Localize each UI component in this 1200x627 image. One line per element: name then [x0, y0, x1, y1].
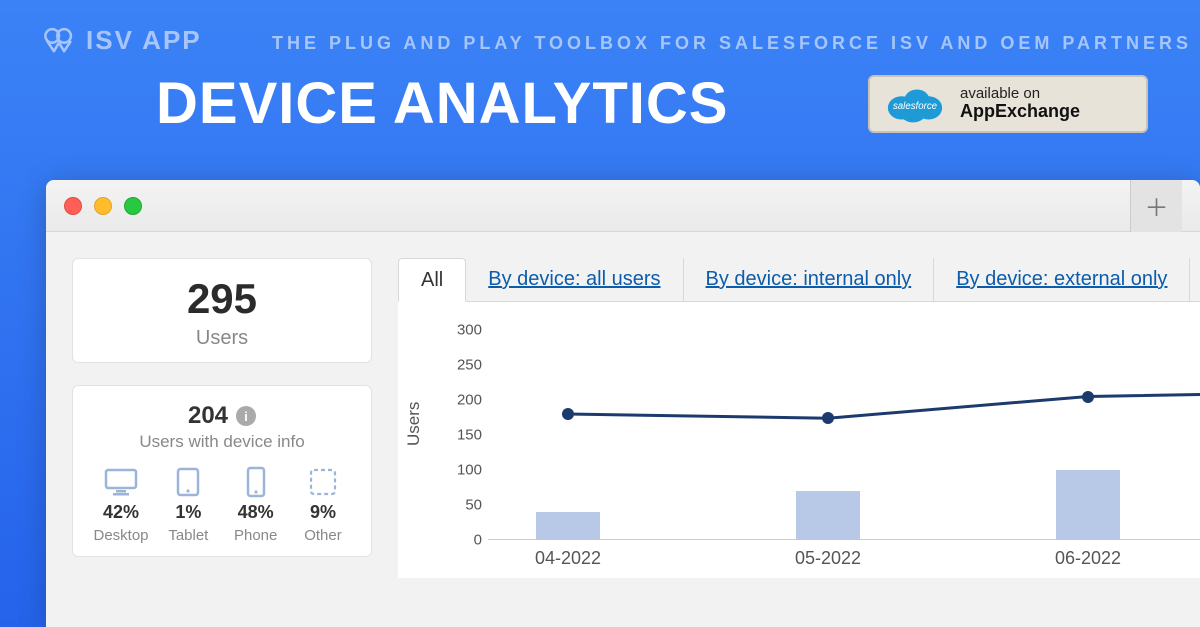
- brand-logo: ISV APP: [42, 25, 202, 56]
- chart-plot: 050100150200250300: [488, 330, 1200, 540]
- tab-by-device-internal[interactable]: By device: internal only: [684, 258, 935, 301]
- browser-window: ＋ 295 Users 204 i Users with device info: [46, 180, 1200, 627]
- minimize-window-button[interactable]: [94, 197, 112, 215]
- chart-bar: [536, 512, 600, 540]
- salesforce-cloud-icon: salesforce: [884, 84, 946, 124]
- appexchange-text: available on AppExchange: [960, 86, 1080, 122]
- chart-y-tick: 150: [436, 427, 482, 444]
- chart-bar: [1056, 470, 1120, 540]
- total-users-card: 295 Users: [72, 258, 372, 363]
- tab-by-device-external[interactable]: By device: external only: [934, 258, 1190, 301]
- chart-x-labels: 04-2022 05-2022 06-2022: [488, 548, 1200, 578]
- tab-all[interactable]: All: [398, 258, 466, 302]
- device-tablet: 1% Tablet: [156, 466, 220, 544]
- chart-area: Users 050100150200250300 04-202205-20220…: [398, 302, 1200, 578]
- chart-y-tick: 100: [436, 462, 482, 479]
- device-info-label: Users with device info: [85, 432, 359, 452]
- chart-marker: [562, 408, 574, 420]
- chart-y-axis-label: Users: [404, 401, 424, 445]
- phone-icon: [246, 466, 266, 498]
- device-phone: 48% Phone: [224, 466, 288, 544]
- new-tab-button[interactable]: ＋: [1130, 180, 1182, 232]
- chart-bar: [796, 491, 860, 540]
- page-title: DEVICE ANALYTICS: [156, 70, 728, 137]
- device-info-card: 204 i Users with device info 42% Desktop: [72, 385, 372, 557]
- desktop-icon: [104, 466, 138, 498]
- chart-marker: [1082, 391, 1094, 403]
- chart-marker: [822, 412, 834, 424]
- total-users-label: Users: [85, 327, 359, 350]
- svg-text:salesforce: salesforce: [893, 101, 938, 112]
- tagline: THE PLUG AND PLAY TOOLBOX FOR SALESFORCE…: [272, 33, 1192, 54]
- total-users-value: 295: [85, 275, 359, 323]
- chart-y-tick: 300: [436, 322, 482, 339]
- info-icon[interactable]: i: [236, 406, 256, 426]
- chart-tabs: All By device: all users By device: inte…: [398, 258, 1200, 302]
- chart-x-tick: 04-2022: [535, 548, 601, 569]
- chart-y-tick: 200: [436, 392, 482, 409]
- chart-x-tick: 05-2022: [795, 548, 861, 569]
- device-info-value: 204: [188, 402, 228, 430]
- other-icon: [308, 466, 338, 498]
- window-titlebar: ＋: [46, 180, 1200, 232]
- device-other: 9% Other: [291, 466, 355, 544]
- brand-name: ISV APP: [86, 25, 202, 56]
- close-window-button[interactable]: [64, 197, 82, 215]
- chart-x-tick: 06-2022: [1055, 548, 1121, 569]
- chart-y-tick: 0: [436, 532, 482, 549]
- plus-icon: ＋: [1145, 188, 1169, 223]
- logo-glyph-icon: [42, 27, 76, 55]
- chart-y-tick: 250: [436, 357, 482, 374]
- window-controls: [64, 197, 142, 215]
- tab-by-device-all[interactable]: By device: all users: [466, 258, 683, 301]
- device-breakdown: 42% Desktop 1% Tablet 48%: [85, 466, 359, 544]
- tablet-icon: [176, 466, 200, 498]
- maximize-window-button[interactable]: [124, 197, 142, 215]
- chart-y-tick: 50: [436, 497, 482, 514]
- appexchange-badge[interactable]: salesforce available on AppExchange: [868, 75, 1148, 133]
- device-desktop: 42% Desktop: [89, 466, 153, 544]
